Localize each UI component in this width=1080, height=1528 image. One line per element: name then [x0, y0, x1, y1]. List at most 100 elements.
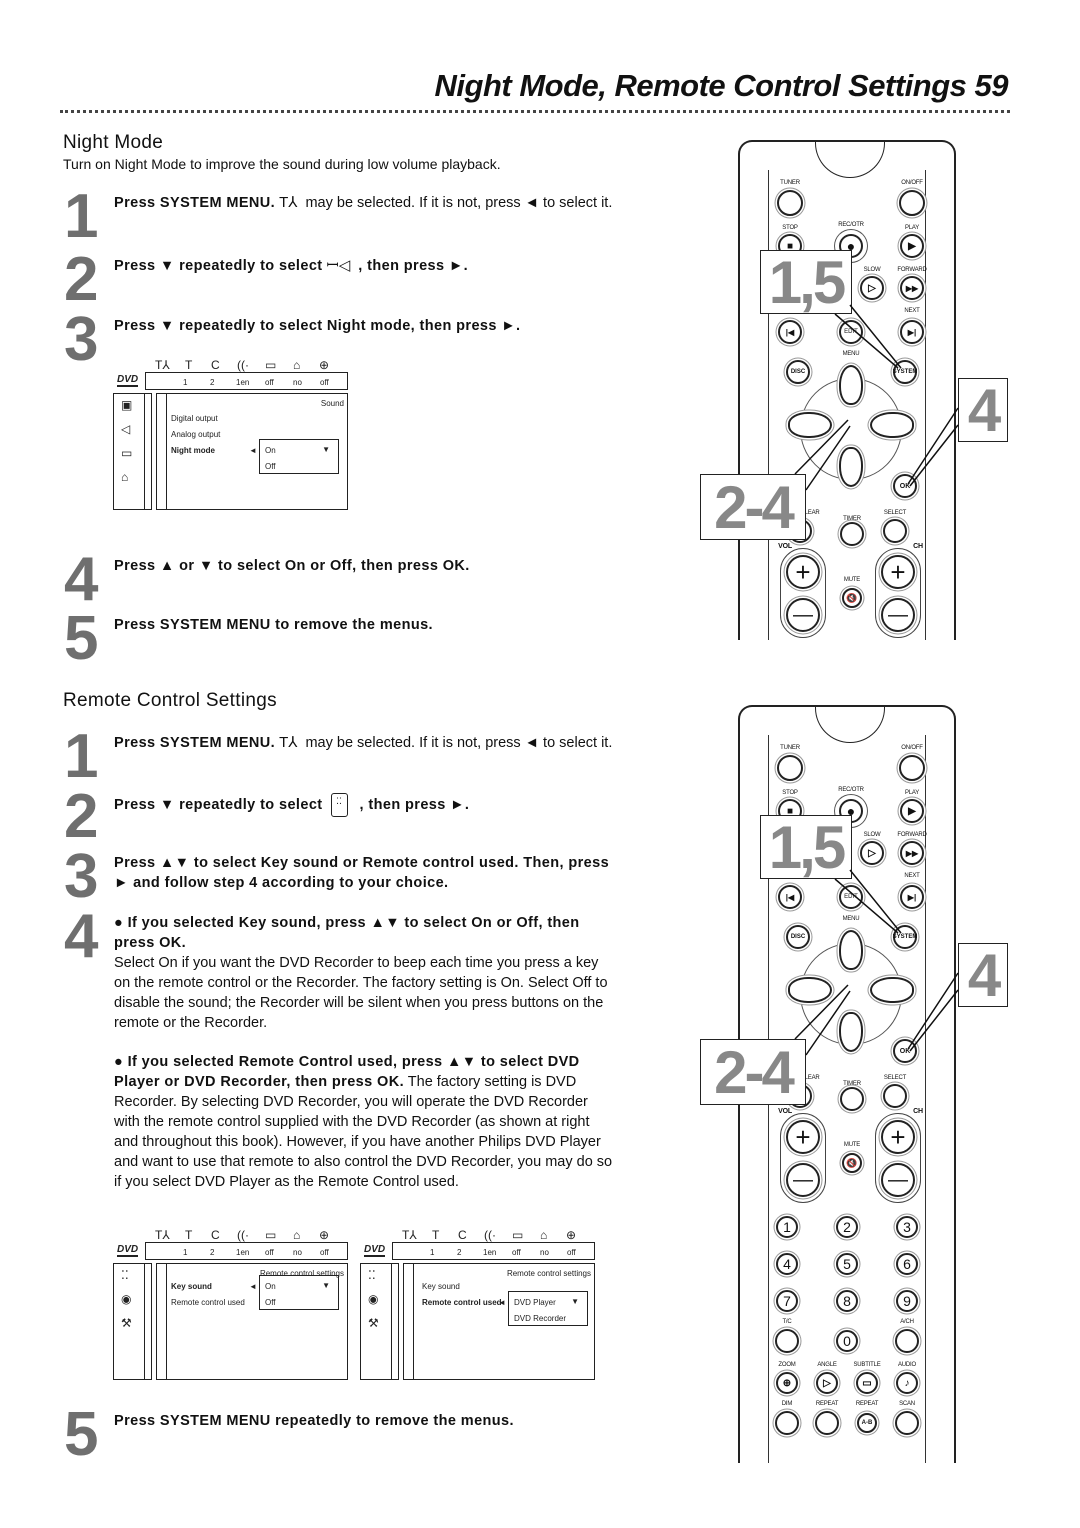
dim-button[interactable]: [775, 1411, 799, 1435]
play-button[interactable]: ▶: [900, 799, 924, 823]
menu-item[interactable]: Remote control used: [422, 1298, 502, 1307]
ok-button[interactable]: OK: [893, 474, 917, 498]
on-off-button[interactable]: [899, 755, 925, 781]
menu-item[interactable]: Key sound: [171, 1282, 212, 1291]
digit-9-button[interactable]: 9: [896, 1290, 918, 1312]
nav-down-button[interactable]: [839, 447, 863, 487]
menu-tab-icon[interactable]: T: [185, 1228, 192, 1242]
vol-up-button[interactable]: +: [786, 1120, 820, 1154]
menu-tab-icon[interactable]: T: [185, 358, 192, 372]
menu-tab-icon[interactable]: ⌂: [540, 1228, 547, 1242]
digit-7-button[interactable]: 7: [776, 1290, 798, 1312]
menu-item[interactable]: Night mode: [171, 446, 215, 455]
menu-tab-icon[interactable]: ▭: [265, 1228, 276, 1242]
digit-6-button[interactable]: 6: [896, 1253, 918, 1275]
menu-tab-icon[interactable]: T: [432, 1228, 439, 1242]
zoom-button[interactable]: ⊕: [776, 1372, 798, 1394]
side-menu-icon[interactable]: ⚒: [121, 1316, 132, 1330]
menu-tab-icon[interactable]: ▭: [512, 1228, 523, 1242]
options-dropdown[interactable]: On Off ▼: [259, 439, 339, 474]
digit-1-button[interactable]: 1: [776, 1216, 798, 1238]
side-menu-icon[interactable]: ⌂: [121, 470, 128, 484]
timer-button[interactable]: [840, 522, 864, 546]
side-menu-icon[interactable]: ◁: [121, 422, 130, 436]
system-button[interactable]: SYSTEM: [893, 925, 917, 949]
menu-tab-icon[interactable]: ⊕: [319, 358, 329, 372]
dropdown-option[interactable]: DVD Recorder: [514, 1314, 566, 1323]
nav-left-button[interactable]: [788, 412, 832, 438]
menu-tab-icon[interactable]: C: [211, 358, 220, 372]
ok-button[interactable]: OK: [893, 1039, 917, 1063]
menu-tab-icon[interactable]: C: [458, 1228, 467, 1242]
previous-button[interactable]: |◀: [778, 320, 802, 344]
system-button[interactable]: SYSTEM: [893, 360, 917, 384]
dropdown-option[interactable]: DVD Player: [514, 1298, 556, 1307]
digit-3-button[interactable]: 3: [896, 1216, 918, 1238]
menu-tab-icon[interactable]: ⌂: [293, 1228, 300, 1242]
next-button[interactable]: ▶|: [900, 885, 924, 909]
menu-tab-icon[interactable]: T⅄: [155, 1228, 170, 1242]
play-button[interactable]: ▶: [900, 234, 924, 258]
repeat-ab-button[interactable]: A-B: [857, 1413, 877, 1433]
digit-0-button[interactable]: 0: [836, 1330, 858, 1352]
ch-down-button[interactable]: —: [881, 1163, 915, 1197]
select-button[interactable]: [883, 519, 907, 543]
menu-item[interactable]: Key sound: [422, 1282, 460, 1291]
ch-up-button[interactable]: +: [881, 1120, 915, 1154]
nav-down-button[interactable]: [839, 1012, 863, 1052]
side-menu-icon[interactable]: ⚒: [368, 1316, 379, 1330]
menu-item[interactable]: Analog output: [171, 430, 220, 439]
slow-button[interactable]: ▷: [860, 841, 884, 865]
select-button[interactable]: [883, 1084, 907, 1108]
side-menu-icon[interactable]: ▭: [121, 446, 132, 460]
on-off-button[interactable]: [899, 190, 925, 216]
tc-button[interactable]: [775, 1329, 799, 1353]
digit-5-button[interactable]: 5: [836, 1253, 858, 1275]
mute-button[interactable]: 🔇: [842, 588, 862, 608]
ch-up-button[interactable]: +: [881, 555, 915, 589]
next-button[interactable]: ▶|: [900, 320, 924, 344]
menu-tab-icon[interactable]: T⅄: [155, 358, 170, 372]
side-menu-icon[interactable]: ◉: [121, 1292, 131, 1306]
audio-button[interactable]: ♪: [896, 1372, 918, 1394]
nav-right-button[interactable]: [870, 412, 914, 438]
digit-2-button[interactable]: 2: [836, 1216, 858, 1238]
options-dropdown[interactable]: DVD Player DVD Recorder ▼: [508, 1291, 588, 1326]
disc-button[interactable]: DISC: [786, 925, 810, 949]
dropdown-option[interactable]: On: [265, 1282, 276, 1291]
vol-up-button[interactable]: +: [786, 555, 820, 589]
side-menu-icon[interactable]: ▣: [121, 398, 132, 412]
repeat-button[interactable]: [815, 1411, 839, 1435]
menu-tab-icon[interactable]: ((·: [484, 1228, 496, 1242]
side-menu-icon[interactable]: ⁚⁚: [368, 1268, 376, 1282]
dropdown-option[interactable]: Off: [265, 1298, 276, 1307]
side-menu-icon[interactable]: ◉: [368, 1292, 378, 1306]
menu-tab-icon[interactable]: ((·: [237, 358, 249, 372]
vol-down-button[interactable]: —: [786, 598, 820, 632]
menu-tab-icon[interactable]: ⊕: [319, 1228, 329, 1242]
timer-button[interactable]: [840, 1087, 864, 1111]
options-dropdown[interactable]: On Off ▼: [259, 1275, 339, 1310]
previous-button[interactable]: |◀: [778, 885, 802, 909]
vol-down-button[interactable]: —: [786, 1163, 820, 1197]
edit-button[interactable]: EDIT: [839, 320, 863, 344]
dropdown-option[interactable]: On: [265, 446, 276, 455]
edit-button[interactable]: EDIT: [839, 885, 863, 909]
disc-button[interactable]: DISC: [786, 360, 810, 384]
menu-tab-icon[interactable]: ⊕: [566, 1228, 576, 1242]
ach-button[interactable]: [895, 1329, 919, 1353]
tuner-button[interactable]: [777, 190, 803, 216]
nav-up-button[interactable]: [839, 365, 863, 405]
angle-button[interactable]: ▷: [816, 1372, 838, 1394]
nav-right-button[interactable]: [870, 977, 914, 1003]
forward-button[interactable]: ▶▶: [900, 841, 924, 865]
mute-button[interactable]: 🔇: [842, 1153, 862, 1173]
side-menu-icon[interactable]: ⁚⁚: [121, 1268, 129, 1282]
menu-tab-icon[interactable]: ⌂: [293, 358, 300, 372]
slow-button[interactable]: ▷: [860, 276, 884, 300]
menu-tab-icon[interactable]: C: [211, 1228, 220, 1242]
ch-down-button[interactable]: —: [881, 598, 915, 632]
menu-tab-icon[interactable]: ((·: [237, 1228, 249, 1242]
menu-tab-icon[interactable]: ▭: [265, 358, 276, 372]
scan-button[interactable]: [895, 1411, 919, 1435]
